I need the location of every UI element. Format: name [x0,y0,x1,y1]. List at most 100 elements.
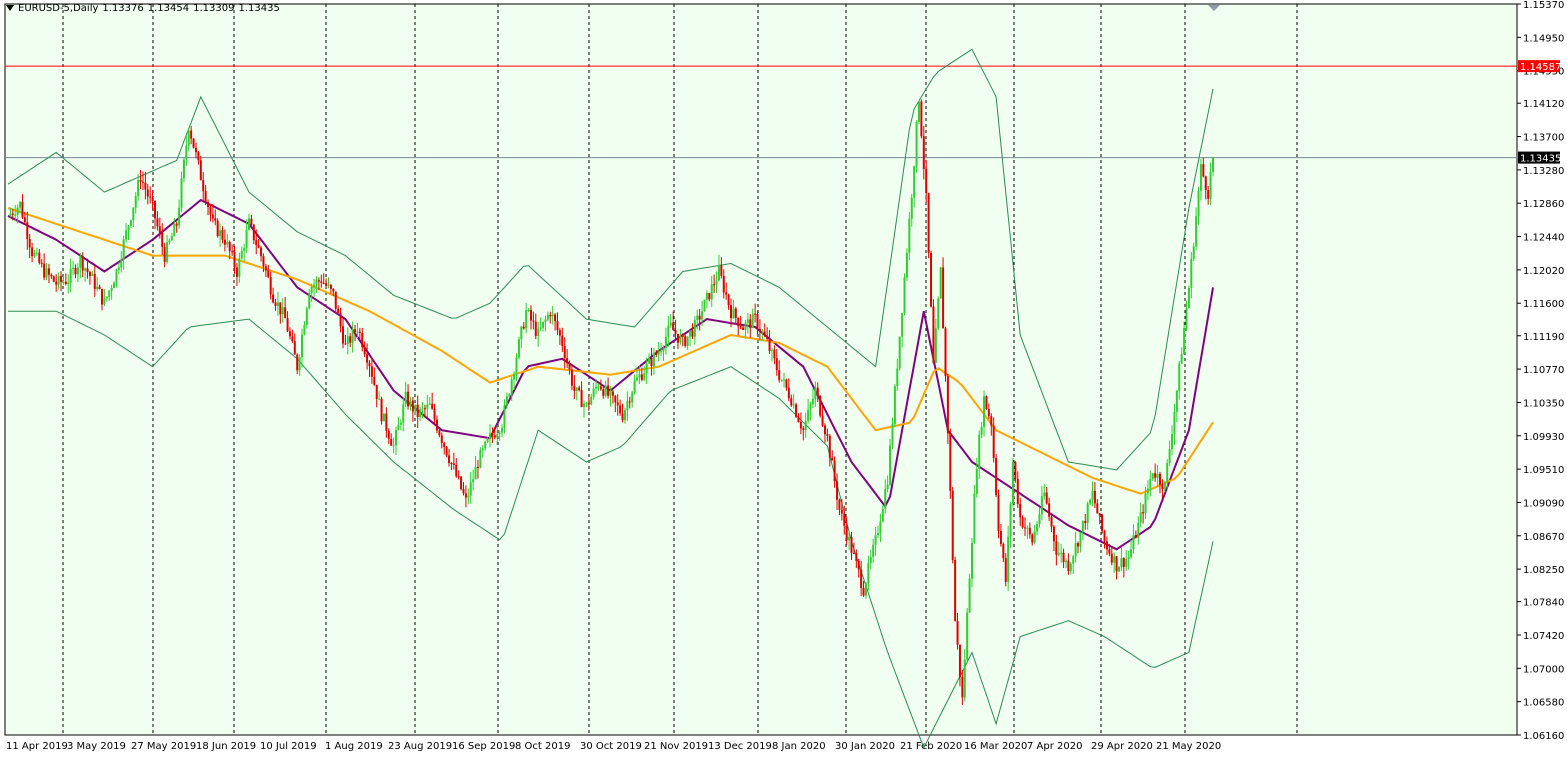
candle-bear [284,307,287,319]
candle-bear [40,262,43,264]
candle-bear [476,466,479,468]
candle-bear [778,370,781,380]
candle-bear [385,413,388,431]
candle-bull [510,379,513,395]
plot-area[interactable] [4,3,1518,736]
candle-bull [305,308,308,325]
candle-bear [1154,473,1157,478]
candle-bull [515,357,518,374]
candle-bear [739,326,742,328]
candle-bull [308,292,311,309]
candle-bull [508,394,511,397]
candle-bull [281,307,284,315]
candle-bull [905,252,908,278]
candle-bear [942,267,945,329]
candle-bear [1207,190,1210,199]
candle-bull [421,408,424,410]
candle-bull [971,542,973,579]
candle-bear [823,425,826,435]
candle-bull [45,268,48,278]
candle-bull [542,321,545,328]
candle-bear [1103,531,1106,542]
candle-bear [549,314,552,317]
candle-bull [1199,164,1202,191]
candle-bull [313,284,316,288]
candle-bear [734,308,737,319]
candle-bear [11,213,14,215]
price-chart[interactable]: 11 Apr 2019 3 May 2019 27 May 2019 18 Jun 2… [0,0,1567,758]
candle-bear [317,280,320,282]
candle-bull [84,268,87,271]
candle-bull [489,433,491,439]
candle-bear [358,331,361,333]
candle-bull [103,298,106,305]
ohlc-open: 1.13376 [102,3,144,14]
candle-bull [469,482,472,496]
candle-bull [16,207,19,215]
candle-bear [1122,558,1125,567]
candle-bear [146,189,149,197]
ohlc-low: 1.13309 [193,3,235,14]
candle-bull [1043,492,1046,497]
candle-bear [628,401,631,403]
candle-bull [903,277,906,314]
candle-bull [1175,390,1178,412]
candle-bull [474,466,477,480]
date-tick-label: 8 Jan 2020 [772,741,826,752]
candle-bear [322,282,325,284]
candle-bull [1168,449,1171,464]
candle-bull [744,322,747,330]
candle-bear [370,366,373,377]
candle-bear [852,552,855,554]
candle-bull [382,413,385,422]
candle-bear [990,416,993,426]
candle-bull [301,334,304,358]
candle-bear [416,404,419,417]
candle-bull [1149,479,1152,489]
candle-bear [293,341,296,355]
candle-bear [1016,478,1019,504]
candle-bull [966,612,969,660]
candle-bull [527,309,530,311]
candle-bear [1093,490,1096,504]
candle-bear [713,284,716,286]
candle-bear [216,220,219,237]
candle-bull [1137,522,1140,538]
candle-bear [354,329,357,333]
candle-bear [252,224,255,241]
candle-bear [260,247,263,257]
candle-bear [650,358,653,367]
candle-bull [108,290,111,297]
dropdown-triangle-icon[interactable] [6,5,14,11]
candle-bull [1072,556,1075,564]
candle-bear [954,559,957,621]
candle-bull [934,328,937,363]
candle-bull [648,358,651,364]
candle-bear [742,327,745,330]
candle-bull [182,159,185,179]
candle-bear [161,232,164,247]
candle-bear [221,230,224,240]
candle-bull [69,268,72,283]
candle-bear [325,283,328,286]
candle-bull [1118,567,1121,572]
candle-bear [836,481,839,500]
candle-bull [245,229,248,249]
candle-bull [1190,258,1193,289]
candle-bull [804,421,807,431]
candle-bear [1014,462,1017,479]
candle-bear [332,288,335,292]
candle-bear [754,313,757,315]
price-tick-label: 1.07420 [1523,631,1564,642]
candle-bull [505,396,508,406]
candle-bear [1096,503,1099,514]
candle-bull [975,468,978,494]
candle-bull [501,427,504,433]
candle-bull [397,424,400,431]
candle-bear [995,457,998,495]
candle-bear [1142,512,1145,514]
candle-bull [122,239,125,260]
candle-bull [9,213,12,216]
candle-bear [790,398,793,406]
date-tick-label: 21 May 2020 [1156,741,1221,752]
